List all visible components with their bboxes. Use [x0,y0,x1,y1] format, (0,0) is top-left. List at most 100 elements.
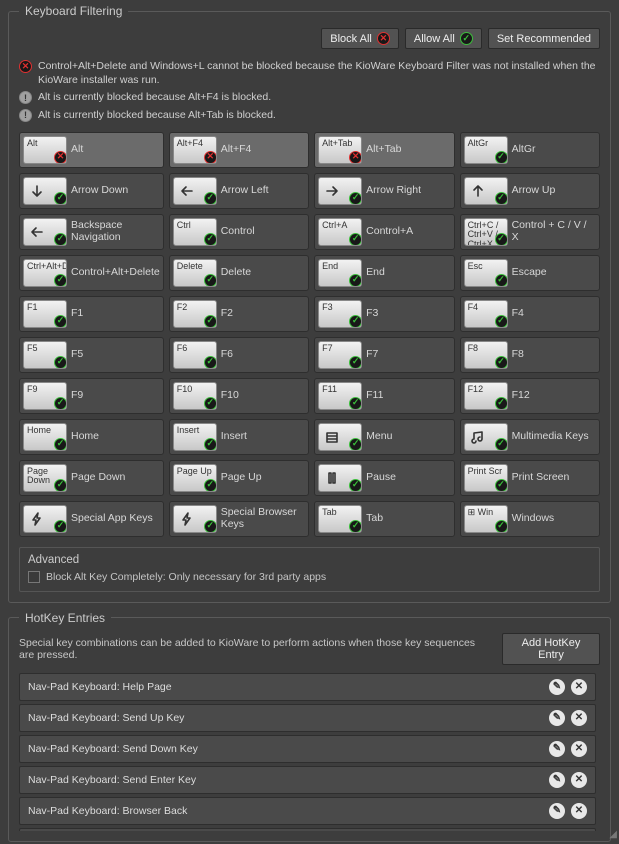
set-recommended-button[interactable]: Set Recommended [488,28,600,49]
keycap: Alt+F4✕ [173,136,217,164]
hotkey-item[interactable]: Nav-Pad Keyboard: Browser Back✎✕ [19,797,596,825]
warnings-list: ✕Control+Alt+Delete and Windows+L cannot… [19,59,600,122]
key-tile[interactable]: ✓Pause [314,460,454,496]
key-tile[interactable]: ✓Arrow Down [19,173,164,209]
key-tile[interactable]: ✓Multimedia Keys [460,419,600,455]
keycap-text: F2 [177,303,213,312]
key-tile[interactable]: ✓Arrow Left [169,173,309,209]
edit-button[interactable]: ✎ [549,710,565,726]
key-tile[interactable]: F9✓F9 [19,378,164,414]
hotkey-description: Special key combinations can be added to… [19,637,492,661]
key-label: Arrow Right [366,185,421,197]
advanced-title: Advanced [28,554,591,566]
allowed-icon: ✓ [204,438,217,451]
edit-button[interactable]: ✎ [549,803,565,819]
key-tile[interactable]: F2✓F2 [169,296,309,332]
key-tile[interactable]: End✓End [314,255,454,291]
key-tile[interactable]: Ctrl+C / Ctrl+V / Ctrl+X✓Control + C / V… [460,214,600,250]
keycap-text: Alt+Tab [322,139,358,148]
allowed-icon: ✓ [495,438,508,451]
keycap-text: F11 [322,385,358,394]
keycap-text: Ctrl+A [322,221,358,230]
key-tile[interactable]: F6✓F6 [169,337,309,373]
keycap: ✓ [173,505,217,533]
checkbox[interactable] [28,571,40,583]
keycap: Delete✓ [173,259,217,287]
key-label: F8 [512,349,524,361]
warning-row: !Alt is currently blocked because Alt+F4… [19,90,600,104]
warning-row: !Alt is currently blocked because Alt+Ta… [19,108,600,122]
delete-button[interactable]: ✕ [571,710,587,726]
key-tile[interactable]: Alt+Tab✕Alt+Tab [314,132,454,168]
blocked-icon: ✕ [349,151,362,164]
key-tile[interactable]: F11✓F11 [314,378,454,414]
allowed-icon: ✓ [204,274,217,287]
hotkey-item[interactable]: Nav-Pad Keyboard: Send Down Key✎✕ [19,735,596,763]
resize-grip[interactable]: ◢ [609,832,615,838]
key-label: Menu [366,431,392,443]
delete-button[interactable]: ✕ [571,772,587,788]
allowed-icon: ✓ [204,315,217,328]
allowed-icon: ✓ [349,438,362,451]
allow-all-label: Allow All [414,33,455,45]
hotkey-item[interactable]: Nav-Pad Keyboard: Send Up Key✎✕ [19,704,596,732]
key-tile[interactable]: ⊞ Win✓Windows [460,501,600,537]
key-tile[interactable]: ✓ Menu [314,419,454,455]
allowed-icon: ✓ [349,356,362,369]
key-tile[interactable]: AltGr✓AltGr [460,132,600,168]
keycap-text: End [322,262,358,271]
allowed-icon: ✓ [349,192,362,205]
key-tile[interactable]: Ctrl+Alt+Delete✓Control+Alt+Delete [19,255,164,291]
keycap-text: F8 [468,344,504,353]
key-tile[interactable]: ✓Arrow Up [460,173,600,209]
key-tile[interactable]: ✓Special Browser Keys [169,501,309,537]
section-title: HotKey Entries [19,611,111,625]
block-all-label: Block All [330,33,372,45]
block-alt-completely-row[interactable]: Block Alt Key Completely: Only necessary… [28,571,591,583]
key-tile[interactable]: Ctrl+A✓Control+A [314,214,454,250]
allowed-icon: ✓ [349,397,362,410]
info-icon: ! [19,91,32,104]
delete-button[interactable]: ✕ [571,803,587,819]
hotkey-item[interactable]: Nav-Pad Keyboard: Browser Forward✎✕ [19,828,596,831]
keycap: F4✓ [464,300,508,328]
key-tile[interactable]: Ctrl✓Control [169,214,309,250]
key-tile[interactable]: Insert✓Insert [169,419,309,455]
key-tile[interactable]: F7✓F7 [314,337,454,373]
key-tile[interactable]: Alt+F4✕Alt+F4 [169,132,309,168]
block-all-button[interactable]: Block All ✕ [321,28,399,49]
key-tile[interactable]: Tab✓Tab [314,501,454,537]
edit-button[interactable]: ✎ [549,679,565,695]
key-tile[interactable]: Print Scr✓Print Screen [460,460,600,496]
key-tile[interactable]: Page Down✓Page Down [19,460,164,496]
key-tile[interactable]: F5✓F5 [19,337,164,373]
hotkey-item[interactable]: Nav-Pad Keyboard: Help Page✎✕ [19,673,596,701]
edit-button[interactable]: ✎ [549,741,565,757]
key-tile[interactable]: F8✓F8 [460,337,600,373]
edit-button[interactable]: ✎ [549,772,565,788]
allowed-icon: ✓ [204,356,217,369]
allow-all-button[interactable]: Allow All ✓ [405,28,482,49]
keyboard-filtering-section: Keyboard Filtering Block All ✕ Allow All… [8,4,611,603]
allowed-icon: ✓ [495,479,508,492]
add-hotkey-button[interactable]: Add HotKey Entry [502,633,600,665]
key-tile[interactable]: ✓ Arrow Right [314,173,454,209]
key-tile[interactable]: Page Up✓Page Up [169,460,309,496]
keycap: F10✓ [173,382,217,410]
allowed-icon: ✓ [495,520,508,533]
key-tile[interactable]: F1✓F1 [19,296,164,332]
key-tile[interactable]: ✓Special App Keys [19,501,164,537]
hotkey-item[interactable]: Nav-Pad Keyboard: Send Enter Key✎✕ [19,766,596,794]
key-tile[interactable]: F10✓F10 [169,378,309,414]
key-tile[interactable]: F12✓F12 [460,378,600,414]
delete-button[interactable]: ✕ [571,741,587,757]
key-tile[interactable]: Alt✕Alt [19,132,164,168]
key-label: F4 [512,308,524,320]
key-tile[interactable]: Esc✓Escape [460,255,600,291]
key-tile[interactable]: F4✓ F4 [460,296,600,332]
key-tile[interactable]: F3✓F3 [314,296,454,332]
key-tile[interactable]: Delete✓Delete [169,255,309,291]
key-tile[interactable]: Home✓Home [19,419,164,455]
delete-button[interactable]: ✕ [571,679,587,695]
key-tile[interactable]: ✓Backspace Navigation [19,214,164,250]
